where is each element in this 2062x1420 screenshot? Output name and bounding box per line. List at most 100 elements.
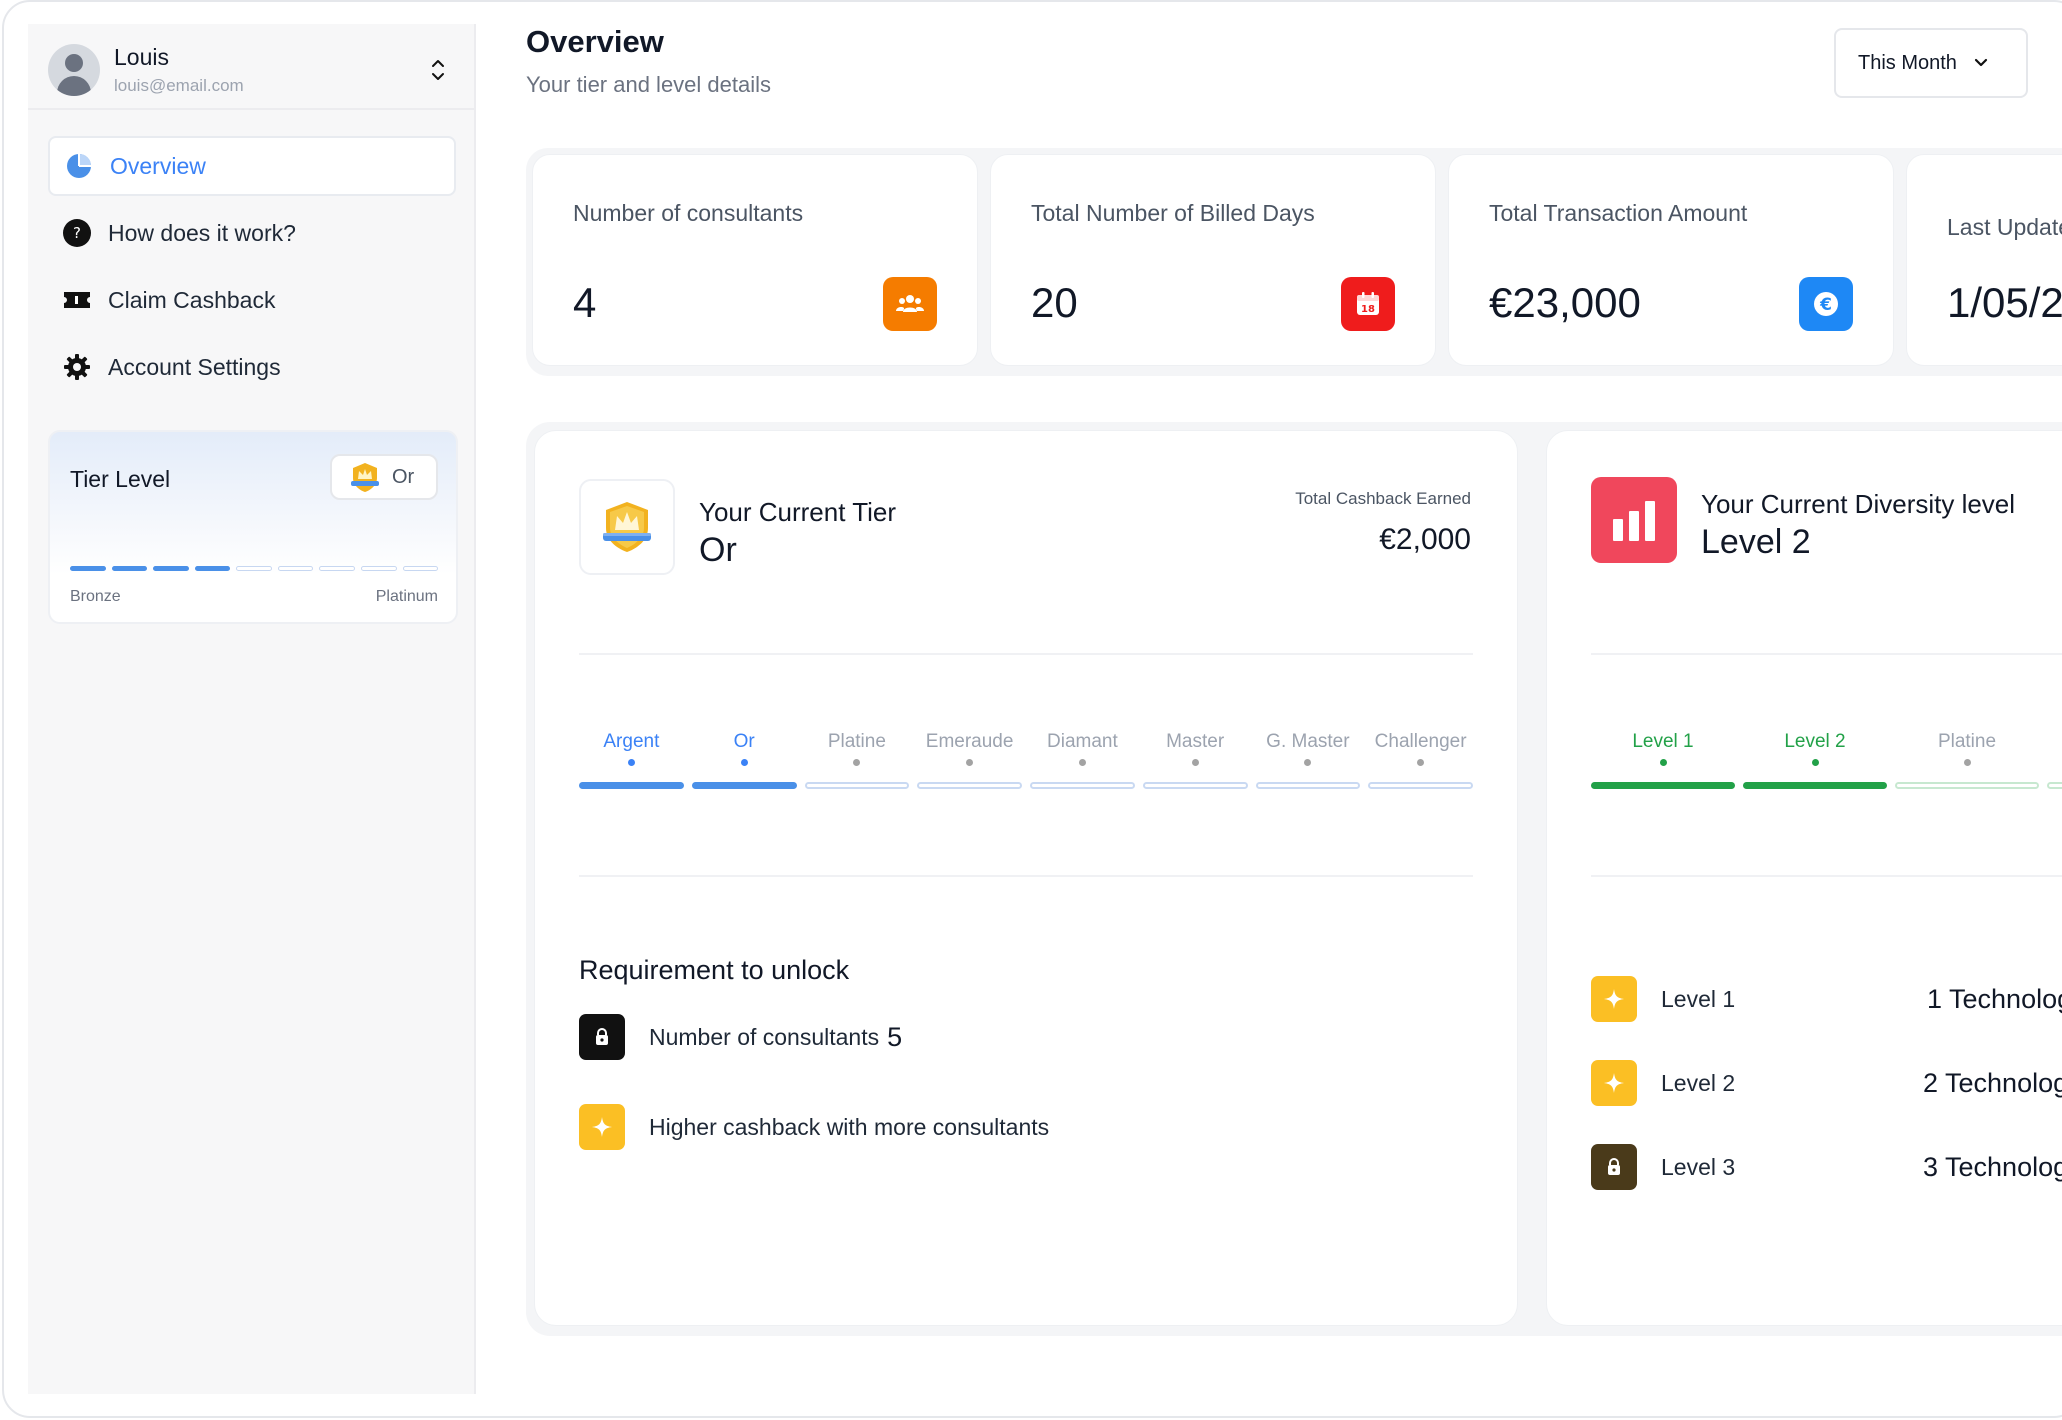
stat-value: 20 — [1031, 279, 1078, 326]
stat-value: 4 — [573, 279, 597, 326]
progress-step-label: Platine — [1937, 731, 1997, 752]
avatar — [48, 44, 100, 96]
current-tier-name: Or — [699, 531, 737, 569]
progress-step-label: Level 2 — [1784, 731, 1846, 752]
progress-step-dot — [1078, 759, 1086, 766]
progress-step-bar — [691, 782, 797, 789]
page-title: Overview — [526, 24, 664, 59]
progress-step-bar — [579, 782, 684, 789]
progress-step: Platine — [1895, 731, 2039, 789]
stat-label: Last Update — [1947, 214, 2062, 240]
crown-badge-icon — [603, 502, 651, 552]
sidebar-item-claim-cashback[interactable]: Claim Cashback — [48, 270, 456, 330]
progress-step-label: Diamant — [1047, 731, 1118, 752]
progress-step-label: Master — [1166, 731, 1225, 752]
stat-label: Number of consultants — [573, 200, 804, 226]
progress-step-dot — [1659, 759, 1667, 766]
stat-card-transaction-amount: Total Transaction Amount €23,000 € — [1448, 154, 1894, 366]
progress-step: Emeraude — [917, 731, 1022, 789]
progress-step-bar — [1895, 782, 2039, 789]
progress-step-bar — [1368, 782, 1473, 789]
users-icon — [883, 277, 937, 331]
tier-progress-segment — [277, 566, 314, 571]
lock-icon — [579, 1014, 625, 1060]
diversity-level-label: Level 1 — [1661, 985, 1736, 1012]
progress-step: Master — [1142, 731, 1248, 789]
progress-step-dot — [740, 759, 748, 766]
user-switcher[interactable]: Louis louis@email.com — [48, 42, 456, 114]
progress-step-label: Level 1 — [1632, 731, 1694, 752]
cashback-caption: Total Cashback Earned — [1295, 489, 1471, 508]
svg-text:€: € — [1819, 295, 1832, 315]
progress-step: Level 4 — [2047, 731, 2062, 789]
sidebar-item-label: How does it work? — [108, 219, 296, 246]
requirement-item: Number of consultants 5 — [579, 1013, 902, 1061]
ticket-icon — [62, 285, 92, 315]
diversity-level-value: 3 Technologies — [1923, 1151, 2062, 1182]
diversity-level-value: 1 Technology — [1927, 983, 2062, 1014]
panels-row: Your Current Tier Or Total Cashback Earn… — [526, 422, 2062, 1336]
progress-step: Challenger — [1368, 731, 1473, 789]
sidebar-item-overview[interactable]: Overview — [48, 136, 456, 196]
crown-badge-icon — [351, 463, 379, 492]
stat-card-billed-days: Total Number of Billed Days 20 18 — [990, 154, 1436, 366]
stat-card-last-update: Last Update 1/05/2024 — [1906, 154, 2062, 366]
diversity-level-row: Level 2 2 Technologies — [1591, 1059, 2062, 1107]
progress-step-dot — [1191, 759, 1199, 766]
tier-progress-segment — [360, 566, 397, 571]
svg-text:?: ? — [73, 224, 81, 242]
progress-step: Diamant — [1030, 731, 1135, 789]
page-subtitle: Your tier and level details — [526, 72, 772, 97]
sparkle-icon — [579, 1104, 625, 1150]
progress-step-dot — [853, 759, 861, 766]
progress-step-bar — [2047, 782, 2062, 789]
progress-step-bar — [1591, 782, 1735, 789]
divider — [579, 653, 1473, 655]
lock-icon — [1591, 1144, 1637, 1190]
requirement-text: Number of consultants — [649, 1023, 880, 1050]
diversity-level-label: Level 3 — [1661, 1153, 1736, 1180]
tier-progress-segment — [402, 566, 439, 571]
progress-step: Platine — [804, 731, 910, 789]
diversity-level-row: Level 1 1 Technology — [1591, 975, 2062, 1023]
current-tier-panel: Your Current Tier Or Total Cashback Earn… — [534, 430, 1518, 1326]
user-email: louis@email.com — [114, 76, 244, 95]
divider — [579, 875, 1473, 877]
chevron-down-icon — [1974, 58, 1988, 67]
progress-step: Level 1 — [1591, 731, 1735, 789]
progress-step-label: G. Master — [1266, 731, 1350, 752]
progress-step-label: Challenger — [1374, 731, 1467, 752]
current-tier-caption: Your Current Tier — [699, 497, 897, 527]
progress-step-dot — [1417, 759, 1425, 766]
diversity-level-panel: Your Current Diversity level Level 2 Lev… — [1546, 430, 2062, 1326]
progress-step-label: Emeraude — [925, 731, 1014, 752]
sidebar-item-how-it-works[interactable]: ? How does it work? — [48, 203, 456, 263]
progress-step-label: Or — [733, 731, 755, 752]
period-select-value: This Month — [1858, 51, 1957, 74]
cashback-value: €2,000 — [1379, 523, 1471, 556]
progress-step-bar — [1142, 782, 1248, 789]
divider — [1591, 875, 2062, 877]
sidebar-item-account-settings[interactable]: Account Settings — [48, 337, 456, 397]
requirement-title: Requirement to unlock — [579, 955, 850, 985]
progress-step-dot — [1811, 759, 1819, 766]
gear-icon — [62, 352, 92, 382]
tier-progress — [70, 566, 439, 571]
progress-step: Level 2 — [1743, 731, 1887, 789]
app-window: Louis louis@email.com Overview ? How doe… — [2, 0, 2062, 1418]
diversity-level-row: Level 3 3 Technologies — [1591, 1143, 2062, 1191]
progress-step-label: Argent — [603, 731, 660, 752]
progress-step-dot — [1304, 759, 1312, 766]
diversity-level-label: Level 2 — [1661, 1069, 1736, 1096]
requirement-value: 5 — [887, 1021, 903, 1052]
diversity-caption: Your Current Diversity level — [1701, 489, 2016, 519]
progress-step-dot — [1963, 759, 1971, 766]
tier-progress-segment — [236, 566, 272, 571]
progress-step: Argent — [579, 731, 684, 789]
tier-badge: Or — [330, 454, 438, 500]
tier-progress-segment — [70, 566, 106, 571]
tier-progress-segment — [319, 566, 355, 571]
stat-value: €23,000 — [1489, 279, 1641, 326]
period-select[interactable]: This Month — [1834, 28, 2028, 98]
tier-progress-segment — [153, 566, 189, 571]
